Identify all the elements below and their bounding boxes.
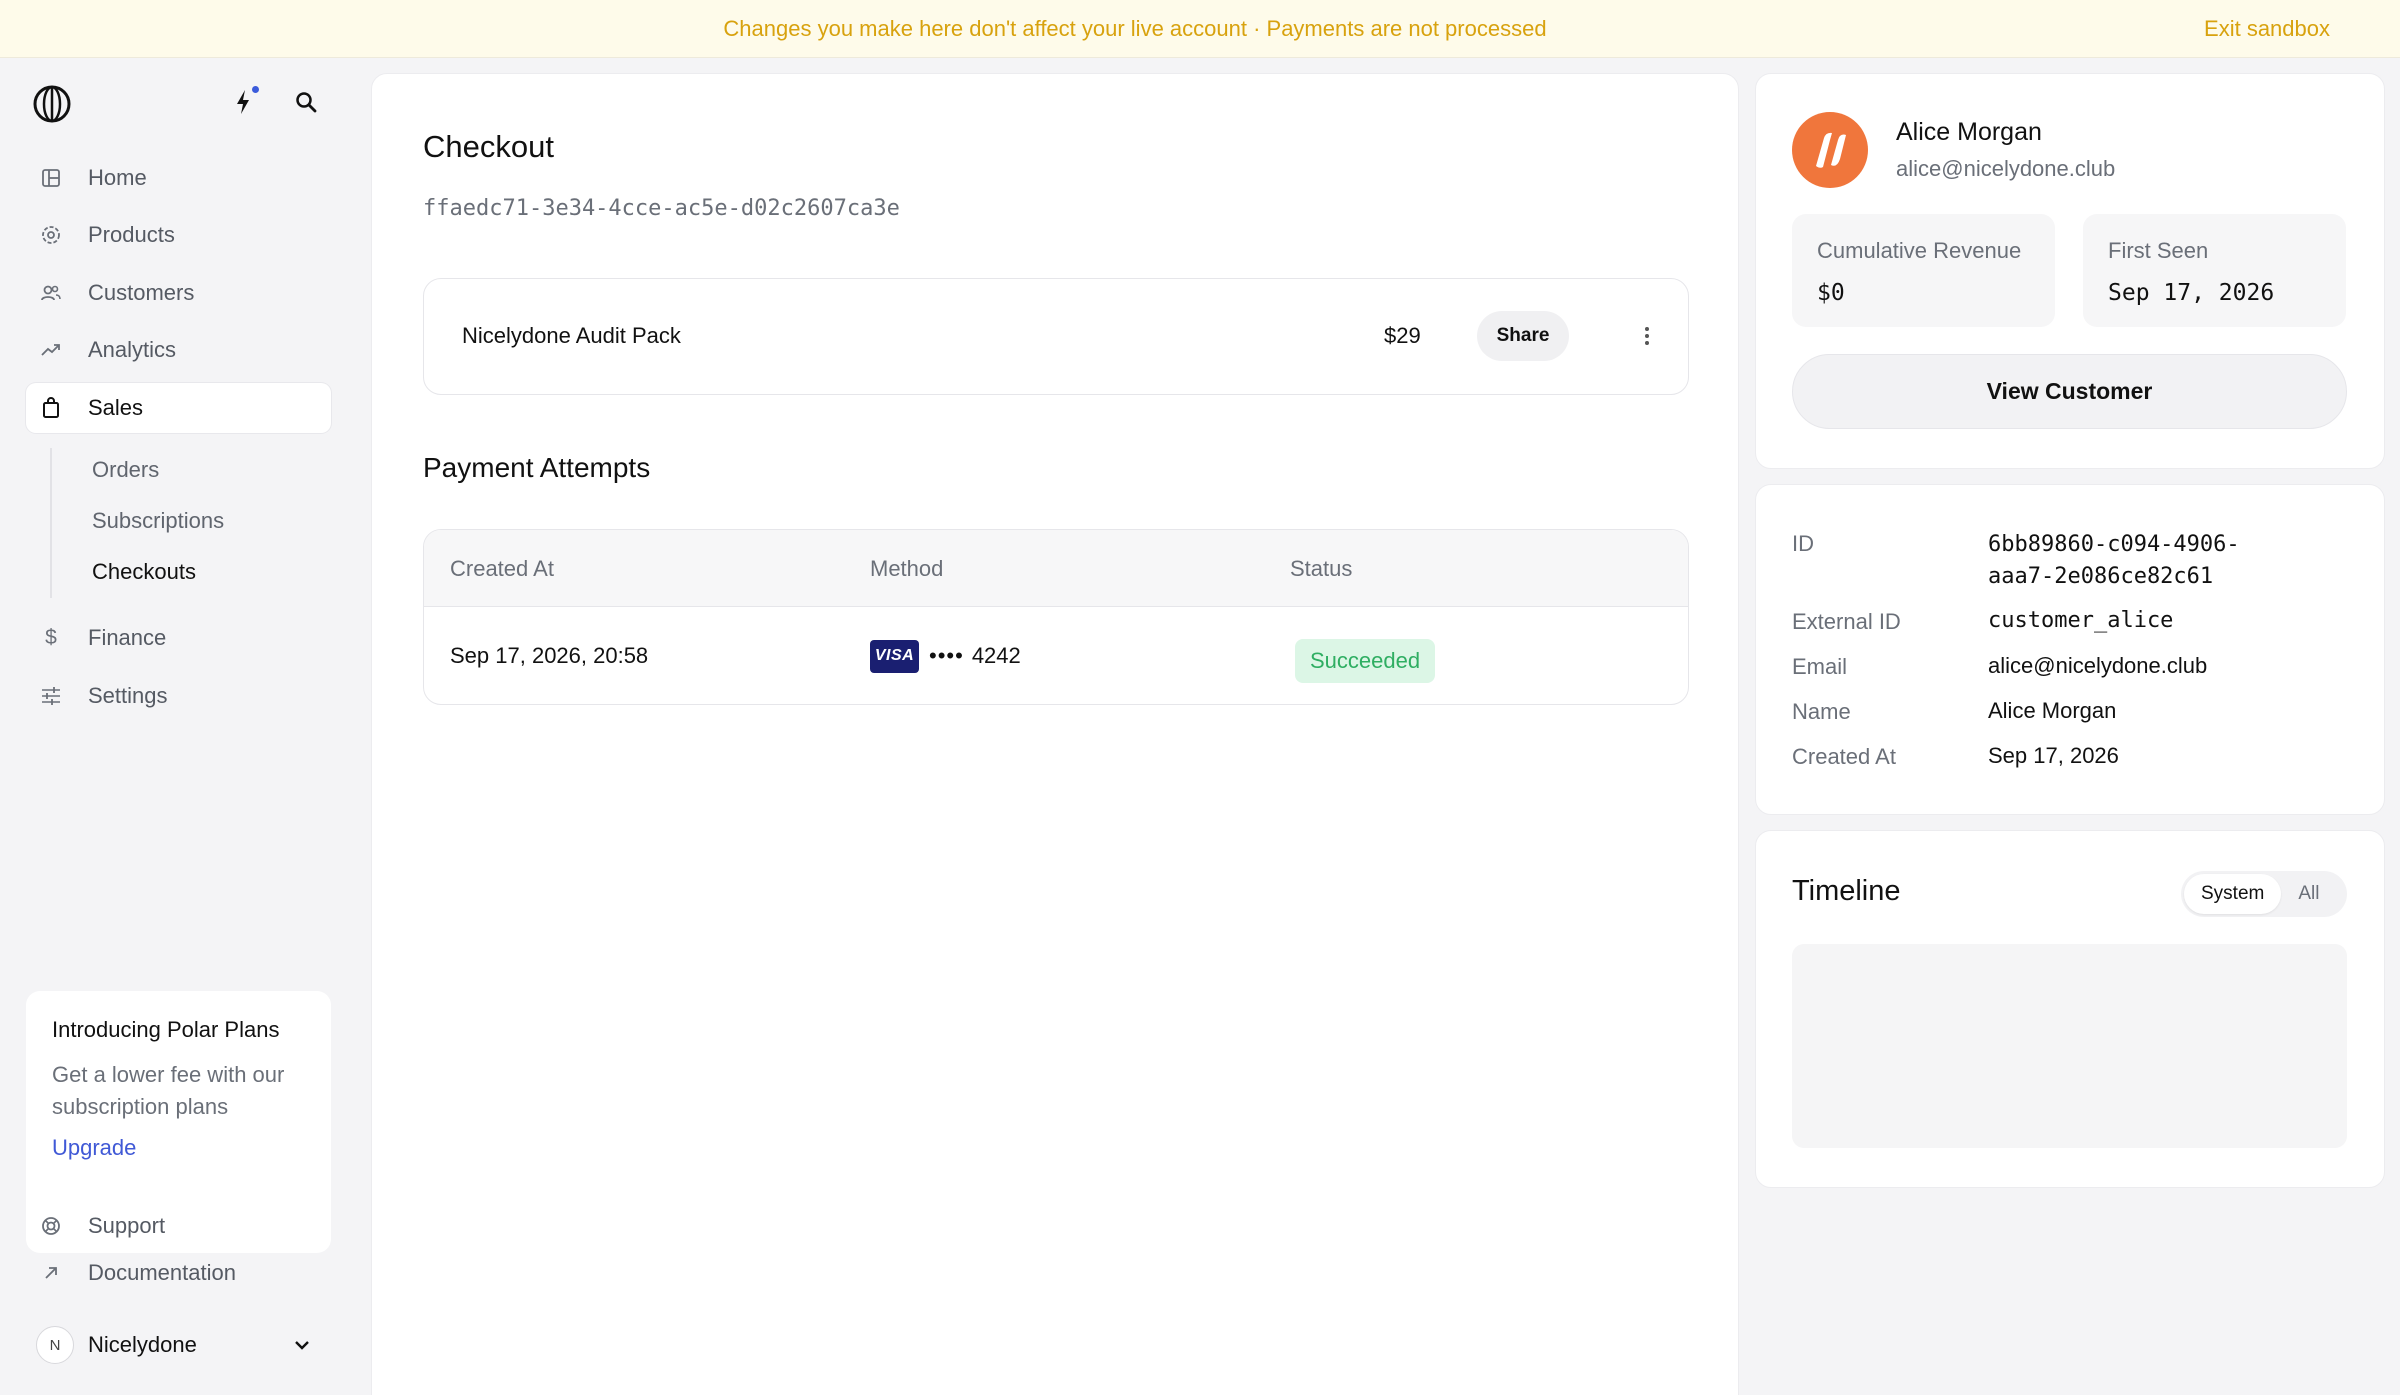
subnav-checkouts[interactable]: Checkouts — [92, 559, 196, 585]
checkout-id: ffaedc71-3e34-4cce-ac5e-d02c2607ca3e — [423, 196, 900, 221]
external-id-value: customer_alice — [1988, 608, 2174, 633]
visa-card-icon: VISA — [870, 639, 919, 673]
sidebar-item-label: Home — [88, 165, 147, 190]
products-icon — [40, 224, 62, 246]
timeline-content — [1792, 944, 2347, 1148]
subnav-subscriptions[interactable]: Subscriptions — [92, 508, 224, 534]
customer-id-line: 6bb89860-c094-4906- — [1988, 532, 2240, 557]
sales-icon — [40, 397, 62, 419]
detail-label: External ID — [1792, 609, 1901, 634]
timeline-card: Timeline System All — [1755, 830, 2385, 1188]
org-name: Nicelydone — [88, 1332, 197, 1357]
sidebar-item-label: Settings — [88, 683, 168, 708]
detail-label: Created At — [1792, 744, 1896, 769]
payment-created-at: Sep 17, 2026, 20:58 — [450, 643, 649, 668]
customer-avatar — [1792, 112, 1868, 188]
customer-id-line: aaa7-2e086ce82c61 — [1988, 564, 2214, 589]
product-price: $29 — [1384, 323, 1421, 348]
notification-dot — [252, 86, 259, 93]
support-icon — [40, 1215, 62, 1237]
card-last4: 4242 — [971, 643, 1021, 668]
checkout-panel: Checkout ffaedc71-3e34-4cce-ac5e-d02c260… — [371, 73, 1739, 1395]
payment-method: VISA •••• 4242 — [870, 607, 1021, 704]
product-name: Nicelydone Audit Pack — [462, 323, 681, 348]
sidebar-item-home[interactable]: Home — [26, 153, 331, 203]
created-at-value: Sep 17, 2026 — [1988, 743, 2119, 768]
org-avatar: N — [36, 1326, 74, 1364]
upgrade-link[interactable]: Upgrade — [52, 1135, 136, 1161]
stat-label: First Seen — [2108, 238, 2209, 263]
detail-label: ID — [1792, 531, 1814, 556]
sidebar-item-label: Sales — [88, 395, 144, 420]
stat-label: Cumulative Revenue — [1817, 238, 2022, 263]
first-seen-stat: First Seen Sep 17, 2026 — [2083, 214, 2346, 327]
customer-id-value: 6bb89860-c094-4906- aaa7-2e086ce82c61 — [1988, 529, 2240, 593]
stat-value: Sep 17, 2026 — [2108, 280, 2275, 306]
documentation-link[interactable]: Documentation — [40, 1260, 236, 1286]
page-title: Checkout — [423, 129, 554, 164]
sidebar: Home Products Customers Analytics Sales … — [0, 58, 356, 1395]
chevron-down-icon — [290, 1333, 314, 1357]
timeline-option-system[interactable]: System — [2184, 874, 2282, 914]
card-dots: •••• — [929, 643, 964, 668]
email-value: alice@nicelydone.club — [1988, 653, 2208, 678]
sidebar-item-analytics[interactable]: Analytics — [26, 325, 331, 375]
cumulative-revenue-stat: Cumulative Revenue $0 — [1792, 214, 2055, 327]
support-label: Support — [88, 1213, 166, 1238]
status-badge: Succeeded — [1295, 639, 1436, 683]
promo-body: Get a lower fee with our subscription pl… — [52, 1062, 285, 1119]
column-method: Method — [870, 556, 944, 581]
support-link[interactable]: Support — [40, 1213, 165, 1239]
analytics-icon — [40, 339, 62, 361]
product-card: Nicelydone Audit Pack $29 Share — [423, 278, 1689, 395]
customer-card: Alice Morgan alice@nicelydone.club Cumul… — [1755, 73, 2385, 469]
detail-label: Name — [1792, 699, 1851, 724]
sandbox-message: Changes you make here don't affect your … — [723, 16, 1547, 41]
settings-icon — [40, 685, 62, 707]
sidebar-item-products[interactable]: Products — [26, 210, 331, 260]
sidebar-item-label: Analytics — [88, 337, 177, 362]
share-button[interactable]: Share — [1477, 311, 1569, 361]
polar-logo-icon[interactable] — [32, 84, 72, 124]
sidebar-item-label: Customers — [88, 280, 195, 305]
sidebar-item-label: Products — [88, 222, 175, 247]
detail-label: Email — [1792, 654, 1848, 679]
exit-sandbox-link[interactable]: Exit sandbox — [2204, 0, 2330, 58]
column-created-at: Created At — [450, 556, 554, 581]
customers-icon — [40, 282, 62, 304]
view-customer-button[interactable]: View Customer — [1792, 354, 2347, 429]
timeline-title: Timeline — [1792, 875, 1901, 907]
org-switcher[interactable]: N Nicelydone — [36, 1320, 332, 1370]
name-value: Alice Morgan — [1988, 698, 2117, 723]
sidebar-item-settings[interactable]: Settings — [26, 671, 331, 721]
sidebar-item-sales[interactable]: Sales — [26, 383, 331, 433]
sandbox-banner: Changes you make here don't affect your … — [0, 0, 2400, 58]
column-status: Status — [1290, 556, 1353, 581]
sidebar-item-customers[interactable]: Customers — [26, 268, 331, 318]
table-header: Created At Method Status — [424, 530, 1688, 607]
timeline-option-all[interactable]: All — [2281, 874, 2336, 914]
home-icon — [40, 167, 62, 189]
subnav-rail — [50, 448, 52, 598]
payment-attempts-table: Created At Method Status Sep 17, 2026, 2… — [423, 529, 1689, 705]
payment-attempts-title: Payment Attempts — [423, 452, 651, 483]
subnav-orders[interactable]: Orders — [92, 457, 159, 483]
documentation-label: Documentation — [88, 1260, 236, 1285]
timeline-filter-toggle: System All — [2181, 871, 2347, 917]
stat-value: $0 — [1817, 280, 1845, 306]
promo-title: Introducing Polar Plans — [52, 1017, 280, 1042]
arrow-up-right-icon — [40, 1262, 62, 1284]
customer-email: alice@nicelydone.club — [1896, 156, 2116, 181]
customer-details-card: ID 6bb89860-c094-4906- aaa7-2e086ce82c61… — [1755, 484, 2385, 815]
sidebar-item-label: Finance — [88, 625, 167, 650]
dollar-icon: $ — [45, 626, 57, 649]
more-options-icon[interactable] — [1630, 319, 1664, 353]
sidebar-item-finance[interactable]: $ Finance — [26, 613, 331, 663]
search-icon[interactable] — [292, 88, 320, 116]
customer-name: Alice Morgan — [1896, 118, 2042, 146]
